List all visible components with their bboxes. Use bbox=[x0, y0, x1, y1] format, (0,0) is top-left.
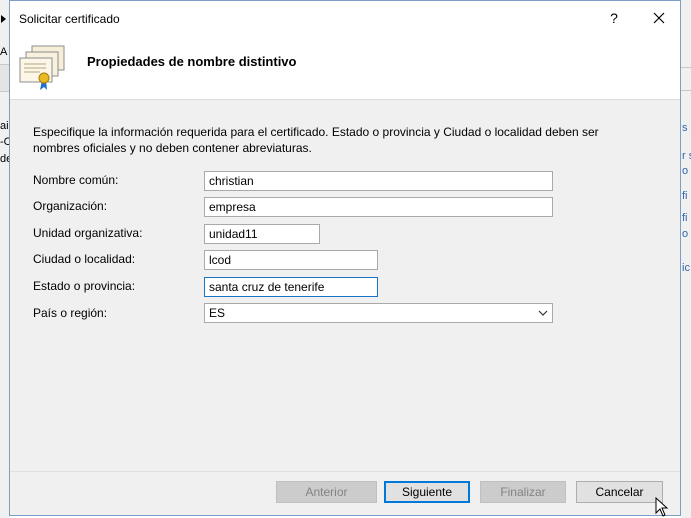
finish-button[interactable]: Finalizar bbox=[480, 481, 566, 503]
background-text: o i bbox=[682, 228, 691, 240]
country-select-value: ES bbox=[209, 306, 226, 320]
org-unit-label: Unidad organizativa: bbox=[33, 226, 143, 240]
background-text: o bbox=[682, 165, 689, 177]
wizard-body: Especifique la información requerida par… bbox=[10, 100, 680, 470]
back-button[interactable]: Anterior bbox=[276, 481, 377, 503]
chevron-down-icon bbox=[538, 310, 548, 316]
state-field[interactable]: santa cruz de tenerife bbox=[204, 277, 378, 297]
background-text: ic bbox=[682, 262, 690, 274]
common-name-field[interactable]: christian bbox=[204, 171, 553, 191]
mouse-cursor-icon bbox=[655, 497, 669, 517]
city-field[interactable]: lcod bbox=[204, 250, 378, 270]
country-select[interactable]: ES bbox=[204, 303, 553, 323]
close-icon bbox=[653, 12, 665, 24]
organization-field[interactable]: empresa bbox=[204, 197, 553, 217]
title-bar: Solicitar certificado ? bbox=[10, 1, 680, 37]
page-title: Propiedades de nombre distintivo bbox=[87, 54, 297, 69]
background-text: r s bbox=[682, 150, 691, 162]
next-button[interactable]: Siguiente bbox=[384, 481, 470, 503]
city-label: Ciudad o localidad: bbox=[33, 252, 136, 266]
instructions-text: Especifique la información requerida par… bbox=[33, 125, 599, 155]
close-button[interactable] bbox=[648, 9, 670, 29]
wizard-header: Propiedades de nombre distintivo bbox=[10, 37, 680, 100]
org-unit-field[interactable]: unidad11 bbox=[204, 224, 320, 244]
state-label: Estado o provincia: bbox=[33, 279, 136, 293]
request-certificate-dialog: Solicitar certificado ? Propiedades de n… bbox=[9, 0, 681, 516]
organization-label: Organización: bbox=[33, 199, 108, 213]
background-divider bbox=[681, 90, 691, 91]
country-label: País o región: bbox=[33, 306, 108, 320]
dialog-title: Solicitar certificado bbox=[19, 12, 120, 26]
background-divider bbox=[681, 67, 691, 68]
background-text: s c bbox=[682, 122, 691, 134]
background-text: fi bbox=[682, 212, 688, 224]
certificate-icon bbox=[18, 44, 68, 94]
help-button[interactable]: ? bbox=[606, 10, 622, 26]
background-text: fi bbox=[682, 190, 688, 202]
common-name-label: Nombre común: bbox=[33, 173, 119, 187]
footer-divider bbox=[10, 471, 680, 472]
cancel-button[interactable]: Cancelar bbox=[576, 481, 663, 503]
background-window-right bbox=[681, 0, 691, 518]
